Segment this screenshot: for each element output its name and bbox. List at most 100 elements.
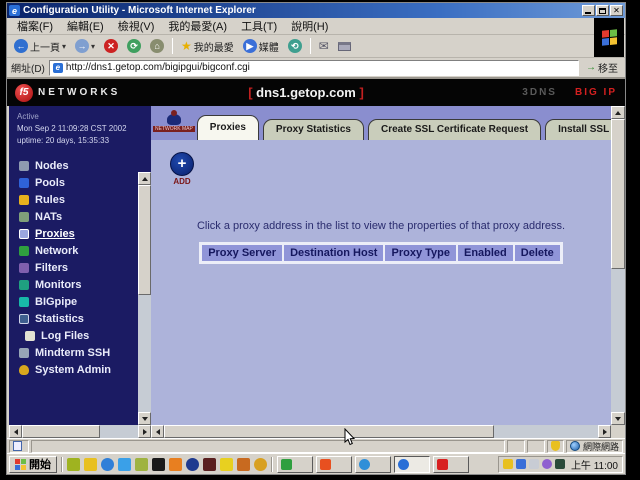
taskbar-window-button[interactable] xyxy=(355,456,391,473)
address-input[interactable]: e http://dns1.getop.com/bigipgui/bigconf… xyxy=(49,60,579,76)
taskbar-window-button-active[interactable] xyxy=(394,456,430,473)
forward-dropdown-icon[interactable]: ▾ xyxy=(91,42,95,51)
quicklaunch-icon[interactable] xyxy=(220,458,233,471)
scroll-track[interactable] xyxy=(494,425,598,438)
print-button[interactable] xyxy=(335,41,354,52)
window-controls: ✕ xyxy=(582,5,623,16)
sidebar-item-nodes[interactable]: Nodes xyxy=(9,157,151,174)
scroll-thumb[interactable] xyxy=(22,425,100,438)
quicklaunch-icon[interactable] xyxy=(254,458,267,471)
back-label: 上一頁 xyxy=(30,39,60,54)
quicklaunch-icon[interactable] xyxy=(135,458,148,471)
quicklaunch-icon[interactable] xyxy=(203,458,216,471)
nats-icon xyxy=(19,212,29,222)
arrow-right-icon xyxy=(603,429,607,435)
maximize-button[interactable] xyxy=(596,5,609,16)
f5-ball-icon: f5 xyxy=(15,84,33,102)
address-label: 網址(D) xyxy=(11,60,45,75)
start-button[interactable]: 開始 xyxy=(9,456,57,473)
main-horizontal-scrollbar[interactable] xyxy=(151,425,625,438)
mail-button[interactable]: ✉ xyxy=(316,38,332,54)
refresh-button[interactable]: ⟳ xyxy=(124,38,144,54)
status-message-pane xyxy=(31,440,505,453)
back-dropdown-icon[interactable]: ▾ xyxy=(62,42,66,51)
scroll-down-button[interactable] xyxy=(611,412,625,425)
tab-install-ssl-certificate[interactable]: Install SSL Certif xyxy=(545,119,611,140)
tab-strip: NETWORK MAP Proxies Proxy Statistics Cre… xyxy=(151,106,611,140)
sidebar-item-pools[interactable]: Pools xyxy=(9,174,151,191)
menu-tools[interactable]: 工具(T) xyxy=(235,17,283,35)
taskbar-window-button[interactable] xyxy=(316,456,352,473)
home-button[interactable]: ⌂ xyxy=(147,38,167,54)
sidebar-item-statistics[interactable]: Statistics xyxy=(9,310,151,327)
taskbar-window-button[interactable] xyxy=(277,456,313,473)
scroll-thumb[interactable] xyxy=(611,119,625,269)
scroll-up-button[interactable] xyxy=(138,172,151,185)
sidebar-item-mindterm-ssh[interactable]: Mindterm SSH xyxy=(9,344,151,361)
sidebar-frame: Active Mon Sep 2 11:09:28 CST 2002 uptim… xyxy=(9,106,151,438)
tray-icon[interactable] xyxy=(503,459,513,469)
sidebar-item-bigpipe[interactable]: BIGpipe xyxy=(9,293,151,310)
quicklaunch-icon[interactable] xyxy=(152,458,165,471)
sidebar-item-nats[interactable]: NATs xyxy=(9,208,151,225)
tab-proxies[interactable]: Proxies xyxy=(197,115,259,140)
add-proxy-button[interactable]: + ADD xyxy=(167,152,197,186)
menu-file[interactable]: 檔案(F) xyxy=(11,17,59,35)
f5-networks-label: NETWORKS xyxy=(38,87,120,98)
back-button[interactable]: ← 上一頁 ▾ xyxy=(11,38,69,55)
taskbar-window-button[interactable] xyxy=(433,456,469,473)
go-button[interactable]: → 移至 xyxy=(583,60,621,75)
tray-icon[interactable] xyxy=(555,459,565,469)
media-button[interactable]: ▶ 媒體 xyxy=(240,38,282,55)
menu-edit[interactable]: 編輯(E) xyxy=(61,17,110,35)
link-3dns[interactable]: 3DNS xyxy=(522,87,557,98)
menu-help[interactable]: 說明(H) xyxy=(285,17,334,35)
scroll-left-button[interactable] xyxy=(9,425,22,438)
sidebar-item-rules[interactable]: Rules xyxy=(9,191,151,208)
scrollbar-corner xyxy=(611,425,625,438)
arrow-down-icon xyxy=(142,417,148,421)
tray-icon[interactable] xyxy=(529,459,539,469)
sidebar-item-monitors[interactable]: Monitors xyxy=(9,276,151,293)
quicklaunch-icon[interactable] xyxy=(67,458,80,471)
sidebar-item-proxies[interactable]: Proxies xyxy=(9,225,151,242)
scroll-up-button[interactable] xyxy=(611,106,625,119)
sidebar-horizontal-scrollbar[interactable] xyxy=(9,425,151,438)
close-button[interactable]: ✕ xyxy=(610,5,623,16)
menu-view[interactable]: 檢視(V) xyxy=(112,17,161,35)
tray-icon[interactable] xyxy=(542,459,552,469)
quicklaunch-icon[interactable] xyxy=(84,458,97,471)
sidebar-item-network[interactable]: Network xyxy=(9,242,151,259)
browser-toolbar: ← 上一頁 ▾ → ▾ ✕ ⟳ ⌂ ★ 我的最愛 ▶ 媒體 ⟲ xyxy=(7,35,625,58)
sidebar-item-filters[interactable]: Filters xyxy=(9,259,151,276)
sidebar-item-system-admin[interactable]: System Admin xyxy=(9,361,151,378)
home-icon: ⌂ xyxy=(150,39,164,53)
sidebar-vertical-scrollbar[interactable] xyxy=(138,172,151,425)
link-bigip[interactable]: BIG IP xyxy=(575,87,617,98)
network-map-button[interactable]: NETWORK MAP xyxy=(153,114,195,132)
quicklaunch-icon[interactable] xyxy=(118,458,131,471)
forward-button[interactable]: → ▾ xyxy=(72,38,98,54)
ie-window: e Configuration Utility - Microsoft Inte… xyxy=(6,2,626,475)
quicklaunch-icon[interactable] xyxy=(186,458,199,471)
scroll-right-button[interactable] xyxy=(598,425,611,438)
minimize-button[interactable] xyxy=(582,5,595,16)
tray-icon[interactable] xyxy=(516,459,526,469)
scroll-left-button[interactable] xyxy=(151,425,164,438)
history-button[interactable]: ⟲ xyxy=(285,38,305,54)
menu-favorites[interactable]: 我的最愛(A) xyxy=(162,17,233,35)
quicklaunch-icon[interactable] xyxy=(169,458,182,471)
favorites-button[interactable]: ★ 我的最愛 xyxy=(178,38,237,55)
stop-button[interactable]: ✕ xyxy=(101,38,121,54)
sidebar-item-log-files[interactable]: Log Files xyxy=(9,327,151,344)
scroll-thumb[interactable] xyxy=(138,185,151,295)
quicklaunch-icon[interactable] xyxy=(101,458,114,471)
scroll-thumb[interactable] xyxy=(164,425,494,438)
quicklaunch-icon[interactable] xyxy=(237,458,250,471)
scroll-track[interactable] xyxy=(100,425,138,438)
main-vertical-scrollbar[interactable] xyxy=(611,106,625,425)
scroll-down-button[interactable] xyxy=(138,412,151,425)
scroll-right-button[interactable] xyxy=(138,425,151,438)
tab-proxy-statistics[interactable]: Proxy Statistics xyxy=(263,119,364,140)
tab-create-ssl-certificate-request[interactable]: Create SSL Certificate Request xyxy=(368,119,541,140)
